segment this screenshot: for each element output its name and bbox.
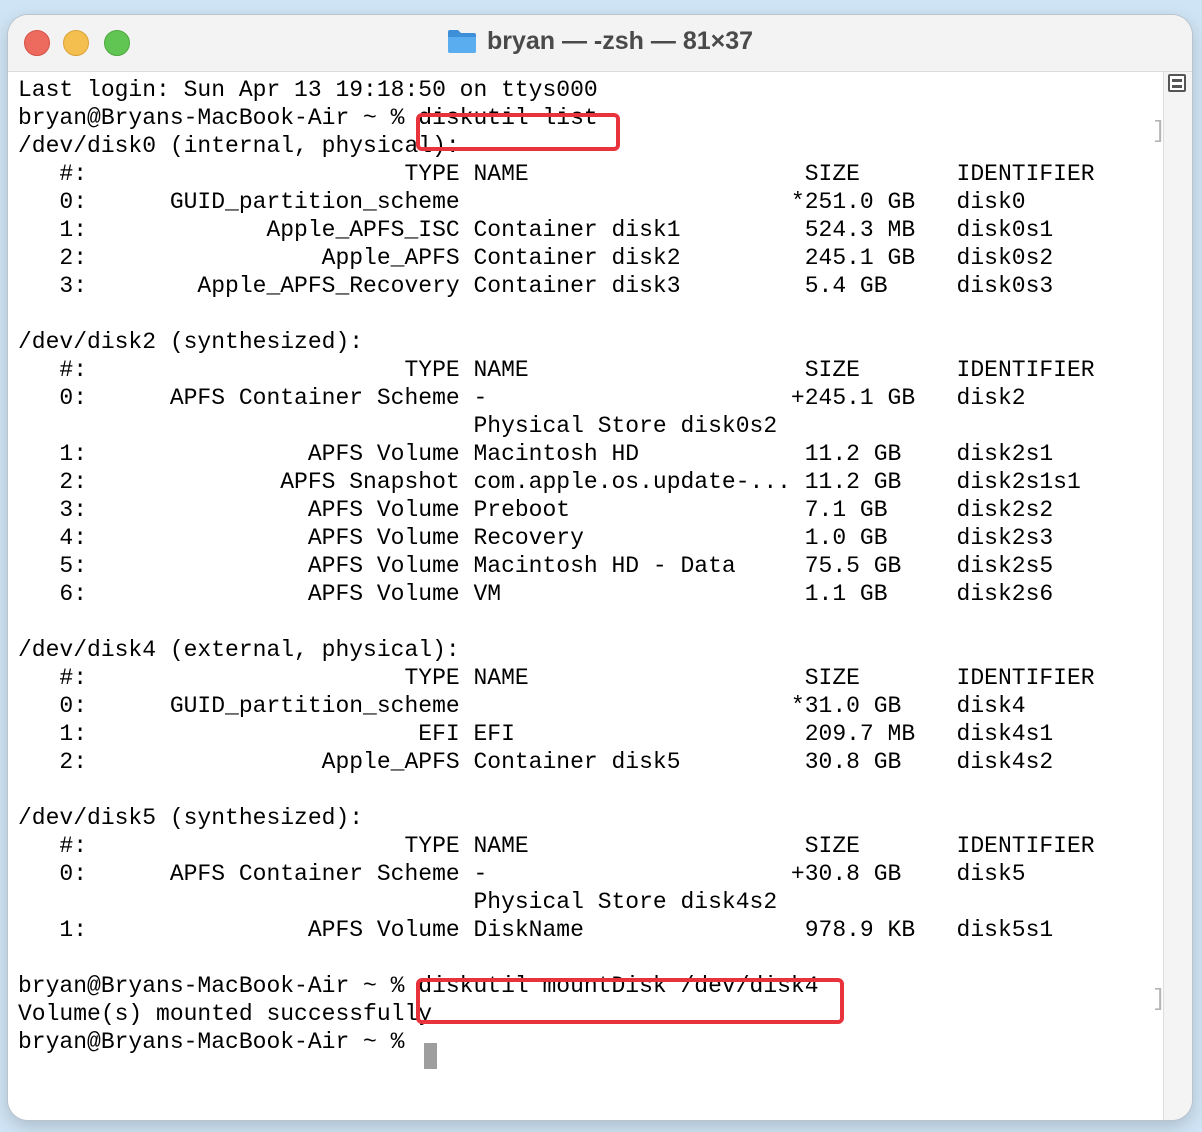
terminal-line: 2: Apple_APFS Container disk5 30.8 GB di… — [18, 749, 1054, 775]
terminal-line: /dev/disk0 (internal, physical): — [18, 133, 460, 159]
terminal-line: #: TYPE NAME SIZE IDENTIFIER — [18, 161, 1095, 187]
vertical-scrollbar[interactable] — [1163, 72, 1192, 1120]
terminal-line: 0: APFS Container Scheme - +245.1 GB dis… — [18, 385, 1026, 411]
terminal-line: 1: EFI EFI 209.7 MB disk4s1 — [18, 721, 1054, 747]
terminal-line: /dev/disk2 (synthesized): — [18, 329, 364, 355]
terminal-line: Volume(s) mounted successfully — [18, 1001, 433, 1027]
terminal-window: bryan — -zsh — 81×37 Last login: Sun Apr… — [8, 15, 1192, 1120]
terminal-line: Physical Store disk0s2 — [18, 413, 778, 439]
terminal-line: #: TYPE NAME SIZE IDENTIFIER — [18, 665, 1095, 691]
terminal-line: /dev/disk5 (synthesized): — [18, 805, 364, 831]
window-title-container: bryan — -zsh — 81×37 — [8, 27, 1192, 61]
terminal-line: #: TYPE NAME SIZE IDENTIFIER — [18, 357, 1095, 383]
terminal-line: 1: APFS Volume Macintosh HD 11.2 GB disk… — [18, 441, 1054, 467]
terminal-line: 1: APFS Volume DiskName 978.9 KB disk5s1 — [18, 917, 1054, 943]
terminal-line: 6: APFS Volume VM 1.1 GB disk2s6 — [18, 581, 1054, 607]
terminal-line: Physical Store disk4s2 — [18, 889, 778, 915]
terminal-line: 0: GUID_partition_scheme *251.0 GB disk0 — [18, 189, 1026, 215]
window-title: bryan — -zsh — 81×37 — [486, 27, 754, 55]
terminal-line: /dev/disk4 (external, physical): — [18, 637, 460, 663]
terminal-line: 4: APFS Volume Recovery 1.0 GB disk2s3 — [18, 525, 1054, 551]
terminal-line: 2: Apple_APFS Container disk2 245.1 GB d… — [18, 245, 1054, 271]
terminal-line: Last login: Sun Apr 13 19:18:50 on ttys0… — [18, 77, 598, 103]
terminal-content[interactable]: Last login: Sun Apr 13 19:18:50 on ttys0… — [8, 72, 1166, 1120]
terminal-line: 2: APFS Snapshot com.apple.os.update-...… — [18, 469, 1081, 495]
terminal-line: 3: APFS Volume Preboot 7.1 GB disk2s2 — [18, 497, 1054, 523]
terminal-line: 1: Apple_APFS_ISC Container disk1 524.3 … — [18, 217, 1054, 243]
terminal-line: 5: APFS Volume Macintosh HD - Data 75.5 … — [18, 553, 1054, 579]
terminal-line: #: TYPE NAME SIZE IDENTIFIER — [18, 833, 1095, 859]
folder-icon — [447, 28, 477, 61]
highlight-diskutil-list — [416, 113, 620, 151]
scroll-menu-icon[interactable] — [1168, 74, 1186, 92]
text-cursor — [424, 1043, 437, 1069]
terminal-line: 0: GUID_partition_scheme *31.0 GB disk4 — [18, 693, 1026, 719]
terminal-line: 0: APFS Container Scheme - +30.8 GB disk… — [18, 861, 1026, 887]
highlight-diskutil-mountdisk — [416, 978, 844, 1024]
terminal-line: 3: Apple_APFS_Recovery Container disk3 5… — [18, 273, 1054, 299]
title-bar[interactable]: bryan — -zsh — 81×37 — [8, 15, 1192, 72]
terminal-line: bryan@Bryans-MacBook-Air ~ % — [18, 1029, 419, 1055]
